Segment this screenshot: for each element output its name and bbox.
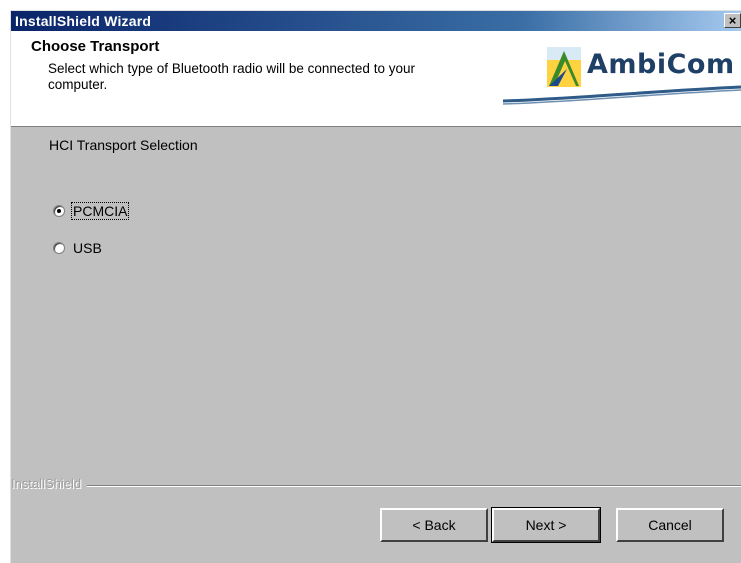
ambicom-logo: AmbiCom <box>503 43 741 105</box>
title-bar[interactable]: InstallShield Wizard × <box>11 11 741 31</box>
close-button[interactable]: × <box>724 13 741 28</box>
installer-window: InstallShield Wizard × Choose Transport … <box>10 10 741 563</box>
radio-button-pcmcia[interactable] <box>53 205 65 217</box>
wizard-header: Choose Transport Select which type of Bl… <box>11 31 741 127</box>
footer-divider <box>11 485 741 487</box>
radio-option-pcmcia[interactable]: PCMCIA <box>53 202 130 220</box>
logo-text: AmbiCom <box>587 49 735 80</box>
radio-label-pcmcia[interactable]: PCMCIA <box>70 202 130 220</box>
cancel-button-label: Cancel <box>648 517 692 533</box>
radio-button-usb[interactable] <box>53 242 65 254</box>
close-icon: × <box>728 13 737 28</box>
back-button-label: < Back <box>412 517 456 533</box>
page-title: Choose Transport <box>31 38 160 55</box>
next-button[interactable]: Next > <box>491 507 601 543</box>
radio-label-usb[interactable]: USB <box>72 240 103 256</box>
radio-option-usb[interactable]: USB <box>53 240 103 256</box>
cancel-button[interactable]: Cancel <box>616 508 724 542</box>
window-title: InstallShield Wizard <box>15 13 152 29</box>
back-button[interactable]: < Back <box>380 508 488 542</box>
section-label: HCI Transport Selection <box>49 137 198 153</box>
page-description: Select which type of Bluetooth radio wil… <box>48 61 415 92</box>
brand-label: InstallShield <box>11 476 88 491</box>
next-button-label: Next > <box>525 517 567 533</box>
